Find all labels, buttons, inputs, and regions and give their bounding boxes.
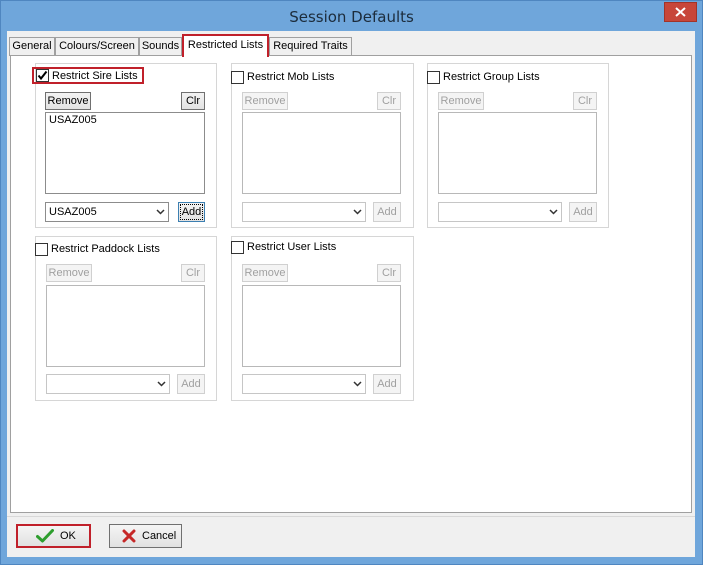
group-checkbox-box[interactable] bbox=[427, 70, 440, 84]
sire-checkbox-box[interactable] bbox=[36, 69, 49, 82]
button-bar: OK Cancel bbox=[7, 516, 695, 557]
user-checkbox-box[interactable] bbox=[231, 240, 244, 254]
restrict-group-lists-checkbox[interactable]: Restrict Group Lists bbox=[427, 69, 540, 85]
mob-combo[interactable] bbox=[242, 202, 366, 222]
chevron-down-icon bbox=[353, 381, 362, 387]
restrict-group-lists-label: Restrict Group Lists bbox=[443, 71, 540, 83]
user-combo[interactable] bbox=[242, 374, 366, 394]
close-button[interactable] bbox=[664, 2, 697, 22]
window-title: Session Defaults bbox=[289, 8, 414, 26]
checkmark-icon bbox=[37, 70, 48, 81]
group-add-button[interactable]: Add bbox=[569, 202, 597, 222]
restrict-mob-lists-label: Restrict Mob Lists bbox=[247, 71, 335, 83]
x-icon bbox=[122, 529, 136, 543]
tab-general[interactable]: General bbox=[9, 37, 55, 56]
paddock-remove-button[interactable]: Remove bbox=[46, 264, 92, 282]
user-listbox[interactable] bbox=[242, 285, 401, 367]
tab-required-traits[interactable]: Required Traits bbox=[269, 37, 352, 56]
group-listbox[interactable] bbox=[438, 112, 597, 194]
group-clear-button[interactable]: Clr bbox=[573, 92, 597, 110]
tab-sounds[interactable]: Sounds bbox=[139, 37, 182, 56]
user-clear-button[interactable]: Clr bbox=[377, 264, 401, 282]
sire-listbox[interactable]: USAZ005 bbox=[45, 112, 205, 194]
dialog-client: General Colours/Screen Sounds Restricted… bbox=[7, 31, 695, 557]
restrict-sire-lists-checkbox[interactable]: Restrict Sire Lists bbox=[32, 67, 144, 84]
sire-clear-button[interactable]: Clr bbox=[181, 92, 205, 110]
ok-button[interactable]: OK bbox=[16, 524, 91, 548]
user-add-button[interactable]: Add bbox=[373, 374, 401, 394]
restrict-paddock-lists-checkbox[interactable]: Restrict Paddock Lists bbox=[35, 241, 160, 257]
mob-checkbox-box[interactable] bbox=[231, 70, 244, 84]
paddock-combo[interactable] bbox=[46, 374, 170, 394]
restrict-mob-lists-checkbox[interactable]: Restrict Mob Lists bbox=[231, 69, 334, 85]
paddock-clear-button[interactable]: Clr bbox=[181, 264, 205, 282]
tab-colours-screen[interactable]: Colours/Screen bbox=[55, 37, 139, 56]
restricted-lists-page: Restrict Sire Lists Remove Clr USAZ005 U… bbox=[10, 55, 692, 513]
restrict-sire-lists-label: Restrict Sire Lists bbox=[52, 69, 138, 82]
mob-add-button[interactable]: Add bbox=[373, 202, 401, 222]
paddock-add-button[interactable]: Add bbox=[177, 374, 205, 394]
restrict-user-lists-label: Restrict User Lists bbox=[247, 241, 337, 253]
ok-label: OK bbox=[60, 530, 76, 542]
user-remove-button[interactable]: Remove bbox=[242, 264, 288, 282]
chevron-down-icon bbox=[157, 381, 166, 387]
paddock-listbox[interactable] bbox=[46, 285, 205, 367]
restrict-user-lists-checkbox[interactable]: Restrict User Lists bbox=[231, 239, 336, 255]
title-bar[interactable]: Session Defaults bbox=[1, 1, 702, 32]
cancel-label: Cancel bbox=[142, 530, 177, 542]
group-combo[interactable] bbox=[438, 202, 562, 222]
chevron-down-icon bbox=[156, 209, 165, 215]
sire-combo[interactable]: USAZ005 bbox=[45, 202, 169, 222]
list-item[interactable]: USAZ005 bbox=[46, 113, 204, 127]
mob-remove-button[interactable]: Remove bbox=[242, 92, 288, 110]
chevron-down-icon bbox=[353, 209, 362, 215]
paddock-checkbox-box[interactable] bbox=[35, 242, 48, 256]
mob-listbox[interactable] bbox=[242, 112, 401, 194]
mob-clear-button[interactable]: Clr bbox=[377, 92, 401, 110]
chevron-down-icon bbox=[549, 209, 558, 215]
sire-remove-button[interactable]: Remove bbox=[45, 92, 91, 110]
close-icon bbox=[675, 7, 686, 17]
checkmark-icon bbox=[36, 529, 54, 543]
cancel-button[interactable]: Cancel bbox=[109, 524, 182, 548]
tab-restricted-lists[interactable]: Restricted Lists bbox=[182, 34, 269, 57]
sire-combo-value: USAZ005 bbox=[49, 206, 97, 218]
sire-add-button[interactable]: Add bbox=[178, 202, 205, 222]
group-remove-button[interactable]: Remove bbox=[438, 92, 484, 110]
restrict-paddock-lists-label: Restrict Paddock Lists bbox=[51, 243, 160, 255]
